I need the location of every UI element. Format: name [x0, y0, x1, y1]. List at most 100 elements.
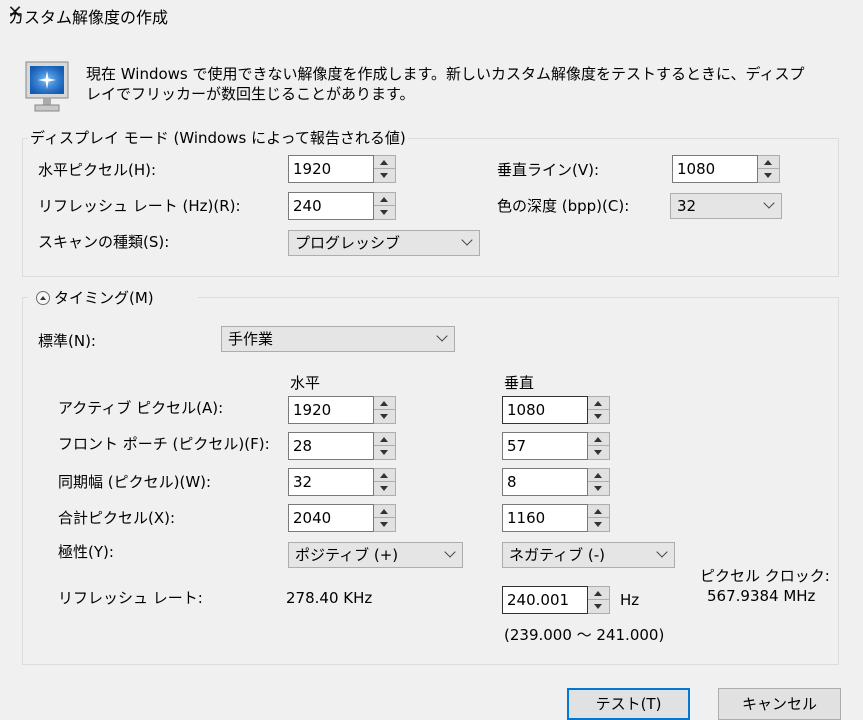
- vertical-lines-label: 垂直ライン(V):: [497, 161, 600, 179]
- color-depth-select[interactable]: 32: [670, 193, 782, 219]
- pixel-clock-label: ピクセル クロック:: [700, 567, 830, 585]
- sync-width-label: 同期幅 (ピクセル)(W):: [58, 473, 212, 491]
- spin-up-button[interactable]: [758, 156, 779, 169]
- spin-up-button[interactable]: [374, 193, 395, 206]
- horizontal-pixels-spinner[interactable]: 1920: [288, 155, 396, 183]
- sync-h-spinner[interactable]: 32: [288, 468, 396, 496]
- spin-up-button[interactable]: [588, 397, 609, 410]
- active-v-spinner[interactable]: 1080: [502, 396, 610, 424]
- spin-up-button[interactable]: [588, 469, 609, 482]
- timing-refresh-input[interactable]: 240.001: [502, 586, 588, 614]
- spin-up-button[interactable]: [588, 587, 609, 600]
- total-pixels-label: 合計ピクセル(X):: [58, 509, 176, 527]
- polarity-h-select[interactable]: ポジティブ (+): [288, 542, 463, 568]
- active-h-input[interactable]: 1920: [288, 396, 374, 424]
- total-h-input[interactable]: 2040: [288, 504, 374, 532]
- arrow-down-icon: [380, 210, 388, 215]
- arrow-down-icon: [594, 486, 602, 491]
- chevron-down-icon: [444, 546, 456, 558]
- refresh-rate-label: リフレッシュ レート (Hz)(R):: [38, 197, 241, 215]
- chevron-down-icon: [436, 330, 448, 342]
- color-depth-value: 32: [677, 197, 697, 215]
- spin-down-button[interactable]: [588, 410, 609, 423]
- front-h-input[interactable]: 28: [288, 432, 374, 460]
- monitor-icon: [25, 61, 69, 112]
- spin-down-button[interactable]: [588, 446, 609, 459]
- arrow-up-icon: [764, 160, 772, 165]
- pixel-clock-value: 567.9384 MHz: [707, 587, 816, 605]
- arrow-up-icon: [380, 160, 388, 165]
- total-h-spinner[interactable]: 2040: [288, 504, 396, 532]
- spin-up-button[interactable]: [374, 505, 395, 518]
- spin-down-button[interactable]: [374, 169, 395, 182]
- polarity-h-value: ポジティブ (+): [295, 546, 399, 564]
- polarity-label: 極性(Y):: [58, 543, 114, 561]
- arrow-down-icon: [380, 522, 388, 527]
- spin-up-button[interactable]: [588, 505, 609, 518]
- arrow-up-icon: [594, 437, 602, 442]
- polarity-v-select[interactable]: ネガティブ (-): [502, 542, 675, 568]
- vertical-lines-input[interactable]: 1080: [672, 155, 758, 183]
- refresh-rate-spinner[interactable]: 240: [288, 192, 396, 220]
- sync-v-spinner[interactable]: 8: [502, 468, 610, 496]
- spin-up-button[interactable]: [588, 433, 609, 446]
- spin-down-button[interactable]: [588, 518, 609, 531]
- spin-down-button[interactable]: [374, 482, 395, 495]
- front-v-spinner[interactable]: 57: [502, 432, 610, 460]
- arrow-up-icon: [594, 591, 602, 596]
- arrow-down-icon: [380, 486, 388, 491]
- arrow-down-icon: [594, 604, 602, 609]
- refresh-range-text: (239.000 ～ 241.000): [504, 626, 665, 644]
- spin-down-button[interactable]: [374, 518, 395, 531]
- timing-refresh-spinner[interactable]: 240.001: [502, 586, 610, 614]
- horizontal-pixels-input[interactable]: 1920: [288, 155, 374, 183]
- spin-down-button[interactable]: [588, 482, 609, 495]
- spin-up-button[interactable]: [374, 156, 395, 169]
- total-v-input[interactable]: 1160: [502, 504, 588, 532]
- spin-up-button[interactable]: [374, 397, 395, 410]
- spin-up-button[interactable]: [374, 433, 395, 446]
- horizontal-pixels-label: 水平ピクセル(H):: [38, 161, 157, 179]
- window-title: カスタム解像度の作成: [8, 8, 169, 27]
- polarity-v-value: ネガティブ (-): [509, 546, 605, 564]
- arrow-down-icon: [594, 522, 602, 527]
- scan-type-label: スキャンの種類(S):: [38, 233, 170, 251]
- sync-h-input[interactable]: 32: [288, 468, 374, 496]
- active-v-input[interactable]: 1080: [502, 396, 588, 424]
- arrow-down-icon: [380, 173, 388, 178]
- scan-type-value: プログレッシブ: [295, 234, 401, 252]
- arrow-up-icon: [380, 437, 388, 442]
- timing-legend[interactable]: タイミング(M): [54, 288, 154, 308]
- standard-select[interactable]: 手作業: [221, 326, 455, 352]
- front-v-input[interactable]: 57: [502, 432, 588, 460]
- vertical-lines-spinner[interactable]: 1080: [672, 155, 780, 183]
- test-button[interactable]: テスト(T): [567, 688, 690, 720]
- spin-up-button[interactable]: [374, 469, 395, 482]
- refresh-unit: Hz: [620, 591, 640, 609]
- cancel-button[interactable]: キャンセル: [718, 688, 841, 720]
- scan-type-select[interactable]: プログレッシブ: [288, 230, 480, 256]
- arrow-up-icon: [380, 473, 388, 478]
- spin-down-button[interactable]: [588, 600, 609, 613]
- front-h-spinner[interactable]: 28: [288, 432, 396, 460]
- sync-v-input[interactable]: 8: [502, 468, 588, 496]
- refresh-rate-input[interactable]: 240: [288, 192, 374, 220]
- horizontal-frequency-text: 278.40 KHz: [286, 589, 373, 607]
- total-v-spinner[interactable]: 1160: [502, 504, 610, 532]
- arrow-down-icon: [594, 450, 602, 455]
- arrow-up-icon: [380, 401, 388, 406]
- active-pixels-label: アクティブ ピクセル(A):: [58, 399, 224, 417]
- chevron-down-icon: [461, 234, 473, 246]
- spin-down-button[interactable]: [374, 446, 395, 459]
- arrow-down-icon: [380, 450, 388, 455]
- spin-down-button[interactable]: [374, 206, 395, 219]
- column-header-horizontal: 水平: [290, 374, 321, 392]
- front-porch-label: フロント ポーチ (ピクセル)(F):: [58, 435, 270, 453]
- active-h-spinner[interactable]: 1920: [288, 396, 396, 424]
- collapse-icon[interactable]: [36, 291, 50, 305]
- spin-down-button[interactable]: [758, 169, 779, 182]
- arrow-down-icon: [594, 414, 602, 419]
- chevron-down-icon: [763, 197, 775, 209]
- spin-down-button[interactable]: [374, 410, 395, 423]
- arrow-up-icon: [380, 509, 388, 514]
